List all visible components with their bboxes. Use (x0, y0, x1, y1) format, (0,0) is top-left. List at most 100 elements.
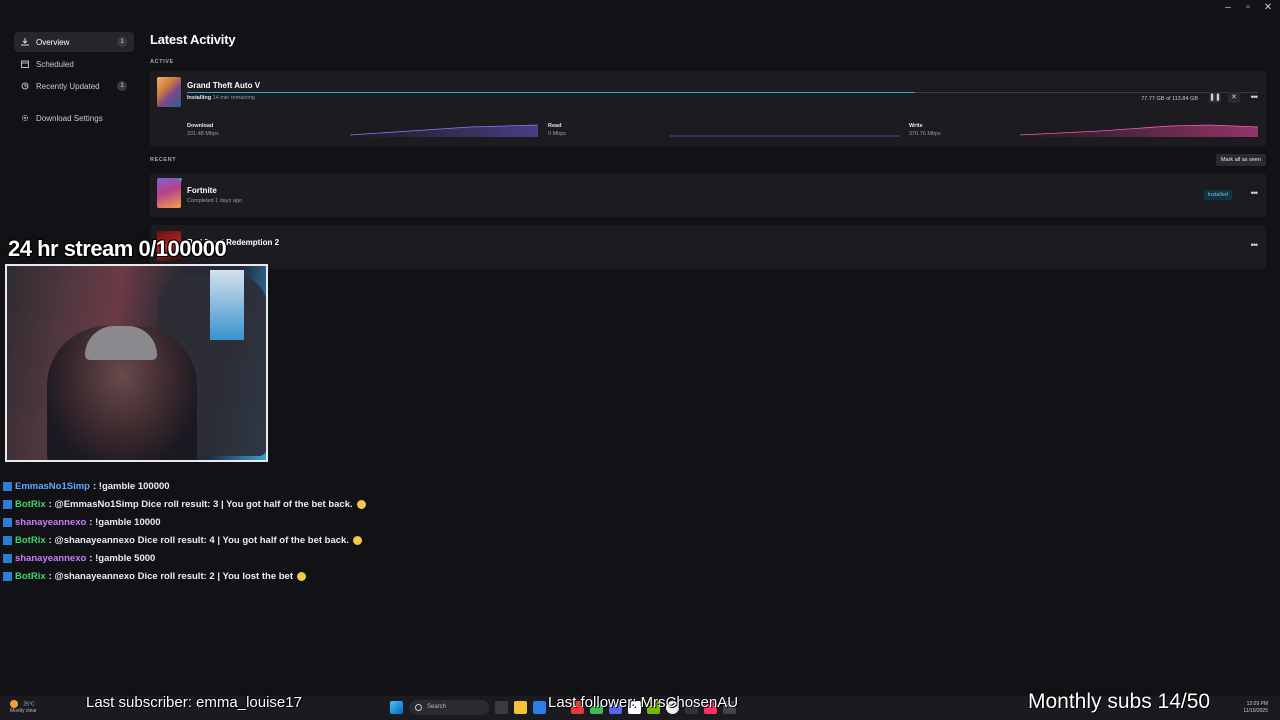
chat-username[interactable]: BotRix (15, 571, 46, 582)
last-follower: Last follower: MrsChosenAU (548, 694, 739, 711)
active-download-card[interactable]: Grand Theft Auto V Installing 14 min rem… (150, 71, 1266, 147)
platform-badge-icon (3, 535, 12, 545)
chat-username[interactable]: BotRix (15, 535, 46, 546)
stat-label: Read (548, 123, 562, 129)
emoji-icon (356, 499, 366, 509)
chat-text: : @EmmasNo1Simp Dice roll result: 3 | Yo… (48, 498, 353, 510)
write-graph (1020, 124, 1258, 137)
download-graph (350, 124, 538, 137)
game-thumbnail (157, 77, 181, 107)
gear-icon (22, 115, 28, 121)
time-text: 12:09 PM (1246, 701, 1268, 707)
date-text: 11/10/2025 (1243, 708, 1268, 714)
sidebar-item-overview[interactable]: Overview 1 (14, 32, 134, 52)
chat-overlay: EmmasNo1Simp: !gamble 100000 BotRix: @Emm… (3, 477, 366, 585)
sidebar-item-download-settings[interactable]: Download Settings (14, 108, 134, 128)
close-button[interactable]: ✕ (1262, 2, 1274, 13)
sidebar-item-recently-updated[interactable]: Recently Updated 1 (14, 76, 134, 96)
download-size: 77.77 GB of 113.84 GB (1141, 96, 1198, 102)
count-badge: 1 (117, 81, 127, 91)
stat-value: 331.48 Mbps (187, 131, 219, 137)
status-badge: Installed (1203, 190, 1232, 200)
status-text: Installing (187, 95, 212, 101)
search-input[interactable]: Search (409, 700, 489, 715)
new-indicator (179, 178, 182, 181)
recent-card-rdr2[interactable]: Red Dead Redemption 2 ••• (150, 225, 1266, 269)
stat-read: Read 0 Mbps (548, 123, 566, 137)
chat-username[interactable]: shanayeannexo (15, 553, 86, 564)
recent-header: RECENT Mark all as seen (150, 154, 1266, 167)
page-title: Latest Activity (150, 32, 236, 47)
chat-username[interactable]: BotRix (15, 499, 46, 510)
stat-download: Download 331.48 Mbps (187, 123, 219, 137)
weather-desc: Mostly clear (10, 708, 37, 715)
progress-bar (187, 92, 1258, 93)
minimize-button[interactable]: – (1222, 2, 1234, 13)
game-subtitle: Completed 1 days ago (187, 198, 243, 204)
stream-title: 24 hr stream 0/100000 (8, 236, 227, 261)
window-controls: – ▫ ✕ (1222, 2, 1274, 13)
game-title: Grand Theft Auto V (187, 81, 261, 90)
stat-write: Write 370.76 Mbps (909, 123, 941, 137)
platform-badge-icon (3, 481, 12, 491)
main-content: Latest Activity ACTIVE Grand Theft Auto … (150, 32, 1266, 277)
recent-card-fortnite[interactable]: Fortnite Completed 1 days ago Installed … (150, 173, 1266, 217)
monthly-subs: Monthly subs 14/50 (1028, 690, 1211, 713)
maximize-button[interactable]: ▫ (1242, 2, 1254, 13)
chat-text: : !gamble 5000 (89, 552, 156, 564)
download-icon (21, 38, 29, 46)
chat-message: shanayeannexo: !gamble 10000 (3, 513, 366, 531)
close-icon: ✕ (1231, 94, 1237, 101)
pause-button[interactable]: ❚❚ (1209, 92, 1221, 103)
last-subscriber: Last subscriber: emma_louise17 (86, 694, 302, 711)
calendar-icon (21, 60, 29, 68)
sidebar: Overview 1 Scheduled Recently Updated 1 … (14, 32, 134, 130)
browser-icon[interactable] (533, 701, 546, 714)
sidebar-item-label: Recently Updated (36, 81, 100, 91)
platform-badge-icon (3, 571, 12, 581)
start-icon[interactable] (390, 701, 403, 714)
file-explorer-icon[interactable] (514, 701, 527, 714)
stat-label: Download (187, 123, 214, 129)
chat-message: BotRix: @EmmasNo1Simp Dice roll result: … (3, 495, 366, 513)
chat-text: : !gamble 10000 (89, 516, 161, 528)
mark-all-seen-button[interactable]: Mark all as seen (1215, 154, 1266, 166)
section-label-recent: RECENT (150, 157, 177, 163)
refresh-icon (21, 82, 29, 90)
platform-badge-icon (3, 553, 12, 563)
emoji-icon (297, 571, 307, 581)
more-options-button[interactable]: ••• (1251, 92, 1259, 102)
cancel-button[interactable]: ✕ (1228, 92, 1240, 103)
pause-icon: ❚❚ (1209, 94, 1221, 101)
install-status: Installing 14 min remaining (187, 95, 255, 101)
game-title: Fortnite (187, 186, 217, 195)
chat-text: : @shanayeannexo Dice roll result: 4 | Y… (48, 534, 349, 546)
platform-badge-icon (3, 499, 12, 509)
stat-label: Write (909, 123, 923, 129)
count-badge: 1 (117, 37, 127, 47)
chat-username[interactable]: shanayeannexo (15, 517, 86, 528)
light-shape (210, 270, 244, 340)
more-options-button[interactable]: ••• (1251, 188, 1259, 198)
chat-text: : @shanayeannexo Dice roll result: 2 | Y… (48, 570, 294, 582)
chat-message: BotRix: @shanayeannexo Dice roll result:… (3, 531, 366, 549)
chat-message: shanayeannexo: !gamble 5000 (3, 549, 366, 567)
stat-value: 370.76 Mbps (909, 131, 941, 137)
chat-message: BotRix: @shanayeannexo Dice roll result:… (3, 567, 366, 585)
more-options-button[interactable]: ••• (1251, 240, 1259, 250)
sun-icon (10, 700, 18, 708)
sidebar-item-scheduled[interactable]: Scheduled (14, 54, 134, 74)
sidebar-item-label: Scheduled (36, 59, 74, 69)
weather-widget[interactable]: 25°C Mostly clear (10, 700, 37, 715)
webcam-frame (5, 264, 268, 462)
progress-fill (187, 92, 916, 93)
sidebar-item-label: Overview (36, 37, 70, 47)
task-view-icon[interactable] (495, 701, 508, 714)
platform-badge-icon (3, 517, 12, 527)
chat-message: EmmasNo1Simp: !gamble 100000 (3, 477, 366, 495)
time-remaining: 14 min remaining (212, 95, 255, 101)
clock[interactable]: 12:09 PM 11/10/2025 (1243, 701, 1268, 715)
sidebar-item-label: Download Settings (36, 113, 103, 123)
weather-temp: 25°C (23, 701, 35, 708)
chat-username[interactable]: EmmasNo1Simp (15, 481, 90, 492)
